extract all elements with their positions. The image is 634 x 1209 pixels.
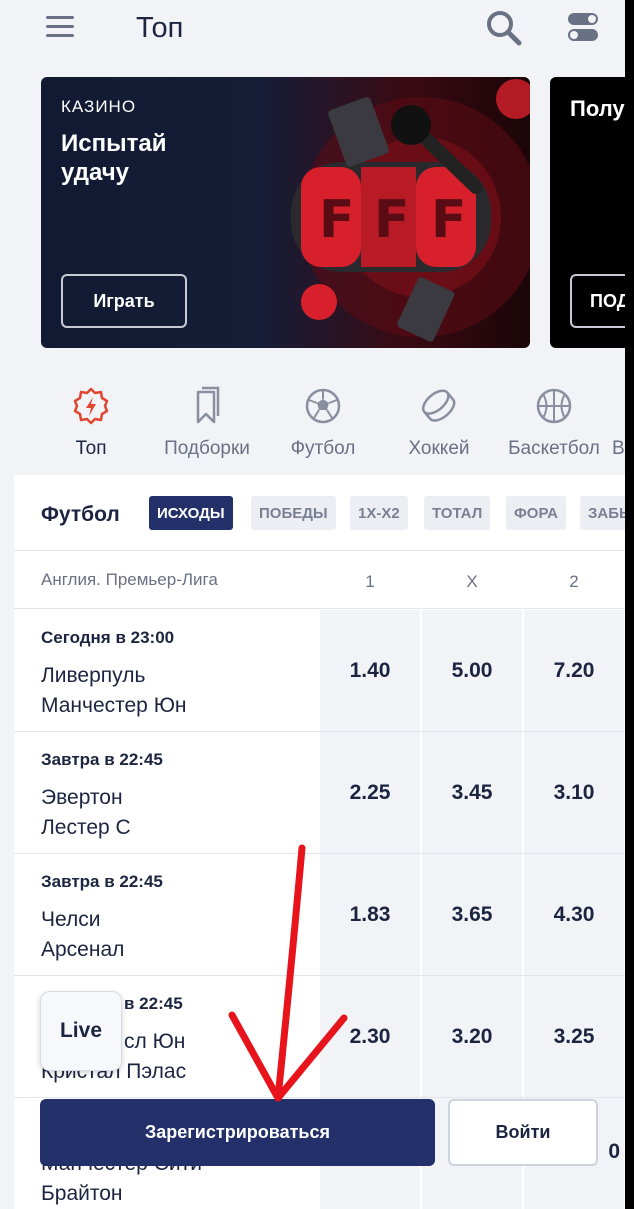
sports-nav: Топ Подборки Футбол Хоккей Баскетбол В <box>0 370 625 470</box>
banner-category: КАЗИНО <box>61 97 137 116</box>
sport-tab-collections[interactable]: Подборки <box>149 370 265 470</box>
sport-tab-label: Футбол <box>290 438 356 459</box>
odd-home[interactable]: 2.30 <box>320 976 420 1097</box>
banner-button[interactable]: ПОД <box>570 274 625 328</box>
login-button[interactable]: Войти <box>448 1099 598 1166</box>
svg-text:F: F <box>319 190 355 250</box>
bookmark-icon <box>196 386 220 424</box>
soccer-ball-icon <box>305 388 341 424</box>
away-team: Арсенал <box>41 938 125 961</box>
sport-tab-label: Подборки <box>164 438 250 459</box>
basketball-icon <box>536 388 572 424</box>
market-chip-score[interactable]: ЗАБЬ <box>580 496 625 530</box>
event-time: Сегодня в 23:00 <box>41 628 175 647</box>
odd-home[interactable]: 1.83 <box>320 854 420 975</box>
odd-draw[interactable]: 3.45 <box>422 732 522 853</box>
sport-tab-label: Хоккей <box>408 438 470 459</box>
screen-edge <box>625 0 634 1209</box>
event-time: Завтра в 22:45 <box>41 872 163 891</box>
hamburger-menu-icon[interactable] <box>46 14 74 38</box>
home-team: Ливерпуль <box>41 664 146 687</box>
top-badge-icon <box>73 387 109 425</box>
hockey-puck-icon <box>421 389 456 422</box>
home-team: сл Юн <box>124 1030 186 1053</box>
market-chip-double-chance[interactable]: 1Х-Х2 <box>350 496 408 530</box>
event-row[interactable]: Завтра в 22:45 Эвертон Лестер С 2.25 3.4… <box>14 732 625 854</box>
odd-away[interactable]: 4.30 <box>524 854 624 975</box>
away-team: Манчестер Юн <box>41 694 187 717</box>
league-header: Англия. Премьер-Лига 1 Х 2 <box>14 552 625 609</box>
away-team: Брайтон <box>41 1182 123 1205</box>
sport-tab-label: В <box>612 438 625 459</box>
market-filter-bar: Футбол ИСХОДЫ ПОБЕДЫ 1Х-Х2 ТОТАЛ ФОРА ЗА… <box>14 475 625 551</box>
sport-tab-basketball[interactable]: Баскетбол <box>496 370 612 470</box>
market-sport-title: Футбол <box>41 503 120 526</box>
market-chip-outcomes[interactable]: ИСХОДЫ <box>149 496 233 530</box>
register-button[interactable]: Зарегистрироваться <box>40 1099 435 1166</box>
svg-text:F: F <box>374 190 410 250</box>
live-button[interactable]: Live <box>40 991 122 1071</box>
market-chip-handicap[interactable]: ФОРА <box>506 496 566 530</box>
event-time: Завтра в 22:45 <box>41 750 163 769</box>
market-chip-wins[interactable]: ПОБЕДЫ <box>251 496 336 530</box>
sport-tab-hockey[interactable]: Хоккей <box>381 370 497 470</box>
sport-tab-top[interactable]: Топ <box>33 370 149 470</box>
away-team: Лестер С <box>41 816 131 839</box>
odd-draw[interactable]: 3.65 <box>422 854 522 975</box>
odd-home[interactable]: 2.25 <box>320 732 420 853</box>
play-button[interactable]: Играть <box>61 274 187 328</box>
odd-away[interactable]: 7.20 <box>524 610 624 731</box>
cashback-promo-banner[interactable]: Полу кеш до 2 ПОД <box>550 77 625 348</box>
home-team: Челси <box>41 908 101 931</box>
column-draw: Х <box>466 572 478 591</box>
sport-tab-next[interactable]: В <box>612 370 625 470</box>
page-title: Топ <box>136 12 184 44</box>
market-chip-total[interactable]: ТОТАЛ <box>424 496 491 530</box>
league-name: Англия. Премьер-Лига <box>41 570 218 589</box>
odd-draw[interactable]: 3.20 <box>422 976 522 1097</box>
casino-promo-banner[interactable]: КАЗИНО Испытай удачу Играть F F F <box>41 77 530 348</box>
search-icon[interactable] <box>484 8 524 48</box>
event-row[interactable]: Сегодня в 23:00 Ливерпуль Манчестер Юн 1… <box>14 610 625 732</box>
odd-away[interactable]: 3.25 <box>524 976 624 1097</box>
slot-machine-illustration: F F F <box>291 79 530 342</box>
event-row[interactable]: Завтра в 22:45 Челси Арсенал 1.83 3.65 4… <box>14 854 625 976</box>
home-team: Эвертон <box>41 786 123 809</box>
column-home: 1 <box>365 572 375 591</box>
banner-title: Полу кеш до 2 <box>570 96 625 121</box>
odd-draw[interactable]: 5.00 <box>422 610 522 731</box>
event-time: в 22:45 <box>124 994 183 1013</box>
top-bar: Топ <box>0 0 625 62</box>
sport-tab-label: Баскетбол <box>508 438 600 459</box>
sport-tab-label: Топ <box>75 438 107 459</box>
svg-text:F: F <box>431 190 467 250</box>
settings-toggle-icon[interactable] <box>566 10 600 44</box>
banner-title: Испытай удачу <box>61 130 167 186</box>
odd-home[interactable]: 1.40 <box>320 610 420 731</box>
odd-away[interactable]: 3.10 <box>524 732 624 853</box>
sport-tab-football[interactable]: Футбол <box>265 370 381 470</box>
column-away: 2 <box>569 572 579 591</box>
app-screen: Топ КАЗИНО Испытай удачу Играть F F F По… <box>0 0 625 1209</box>
